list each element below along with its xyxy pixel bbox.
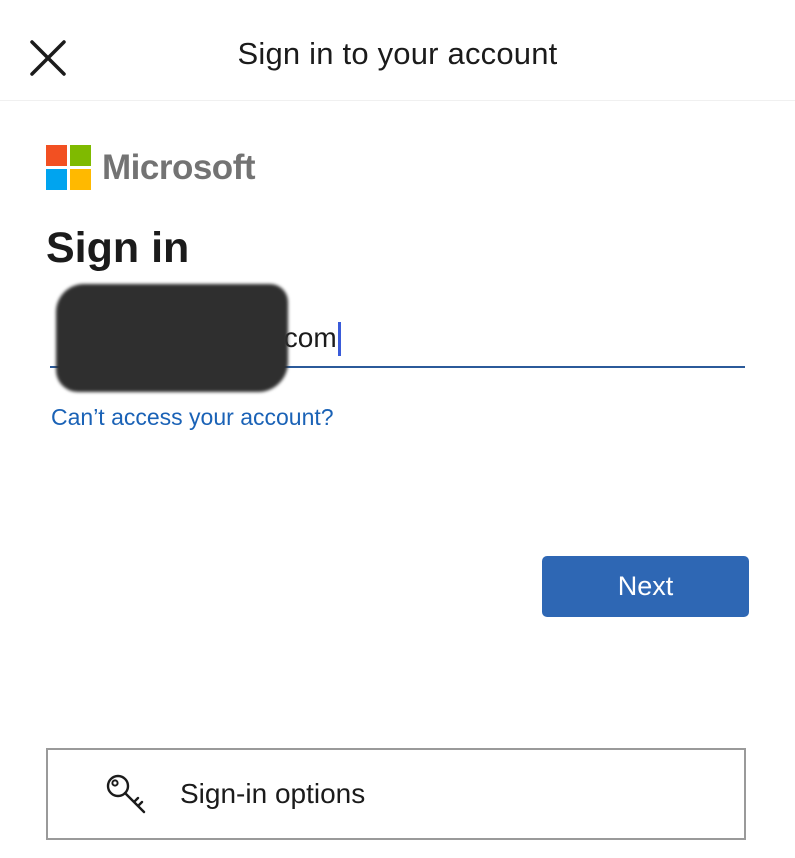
text-caret (337, 322, 341, 357)
key-icon (106, 774, 146, 814)
sign-in-page: Sign in to your account Microsoft Sign i… (0, 0, 795, 858)
redaction-overlay (56, 284, 288, 392)
sign-in-options-label: Sign-in options (180, 778, 366, 809)
page-title: Sign in (46, 224, 190, 272)
cant-access-account-link[interactable]: Can’t access your account? (51, 404, 334, 431)
microsoft-logo: Microsoft (46, 145, 256, 191)
header-bar: Sign in to your account (0, 0, 795, 101)
header-title: Sign in to your account (237, 36, 558, 71)
next-button[interactable]: Next (542, 556, 749, 617)
brand-name: Microsoft (102, 148, 256, 187)
microsoft-logo-icon (46, 145, 92, 191)
sign-in-options-button[interactable]: Sign-in options (46, 748, 746, 840)
